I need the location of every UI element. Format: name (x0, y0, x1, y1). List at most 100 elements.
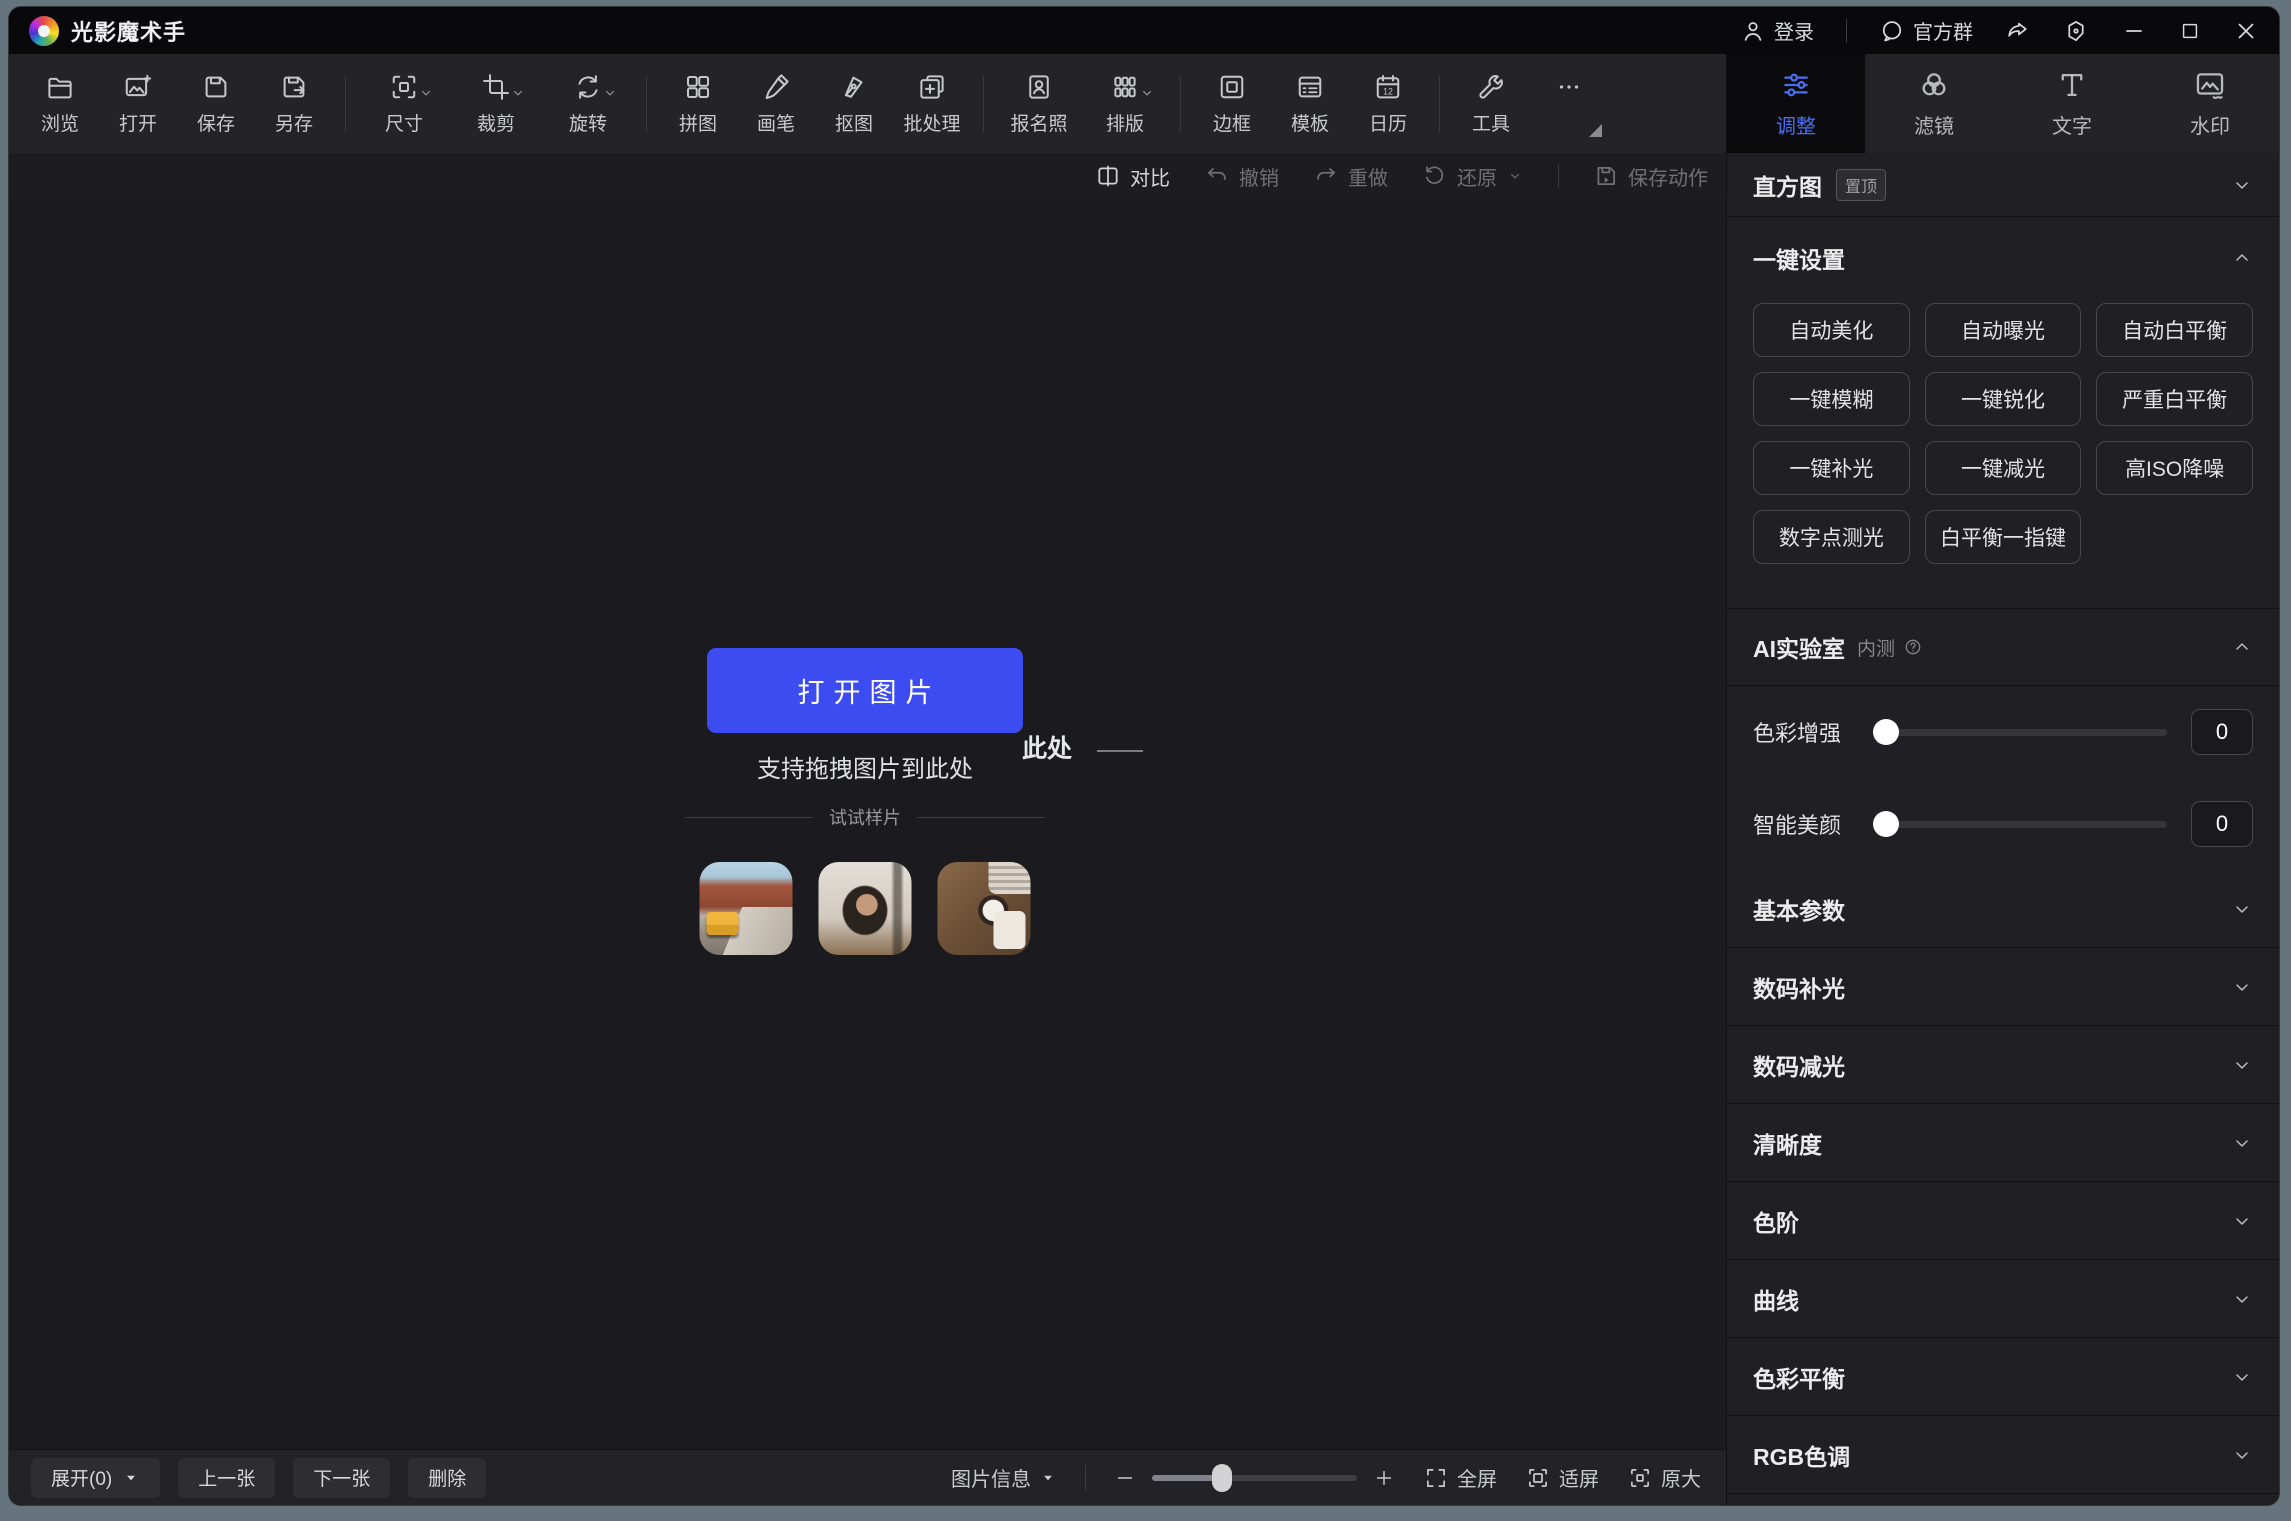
panel-section-header[interactable]: 数码补光 (1727, 948, 2279, 1026)
chevron-down-icon[interactable] (2231, 1210, 2253, 1232)
panel-tab[interactable]: 调整 (1727, 54, 1865, 153)
toolbar-item[interactable]: 报名照 (996, 72, 1082, 135)
official-group-button[interactable]: 官方群 (1879, 16, 1973, 45)
browse-folder-icon (45, 72, 75, 102)
slider-value[interactable]: 0 (2191, 801, 2253, 847)
one-click-button[interactable]: 高ISO降噪 (2096, 441, 2253, 495)
one-click-button[interactable]: 一键补光 (1753, 441, 1910, 495)
one-click-button[interactable]: 一键模糊 (1753, 372, 1910, 426)
delete-image-button[interactable]: 删除 (408, 1458, 486, 1498)
chevron-down-icon[interactable] (2231, 174, 2253, 196)
chevron-down-icon[interactable] (2231, 1288, 2253, 1310)
panel-tab[interactable]: 文字 (2003, 54, 2141, 153)
open-image-button[interactable]: 打开图片 (707, 648, 1023, 733)
toolbar-item[interactable]: 边框 (1193, 72, 1271, 135)
settings-gear-icon[interactable] (2063, 18, 2089, 44)
compare-button[interactable]: 对比 (1095, 162, 1170, 191)
zoom-thumb[interactable] (1212, 1464, 1232, 1492)
panel-section-header[interactable]: 基本参数 (1727, 870, 2279, 948)
minimize-icon[interactable] (2121, 18, 2147, 44)
collage-icon (683, 72, 713, 102)
panel-section-header[interactable]: RGB色调 (1727, 1416, 2279, 1494)
one-click-button[interactable]: 白平衡一指键 (1925, 510, 2082, 564)
panel-section-header[interactable]: 曲线 (1727, 1260, 2279, 1338)
toolbar-item[interactable]: 浏览 (21, 72, 99, 135)
toolbar-item[interactable]: 保存 (177, 72, 255, 135)
slider-thumb[interactable] (1873, 811, 1899, 837)
panel-section-header[interactable]: 色彩平衡 (1727, 1338, 2279, 1416)
one-click-button[interactable]: 自动曝光 (1925, 303, 2082, 357)
fullscreen-button[interactable]: 全屏 (1423, 1463, 1497, 1492)
toolbar-item[interactable]: 12 日历 (1349, 72, 1427, 135)
sample-desert-van[interactable] (700, 862, 793, 955)
chevron-up-icon[interactable] (2231, 636, 2253, 658)
one-click-button[interactable]: 数字点测光 (1753, 510, 1910, 564)
chevron-down-icon[interactable] (2231, 1132, 2253, 1154)
previous-image-button[interactable]: 上一张 (178, 1458, 275, 1498)
ai-lab-section-header[interactable]: AI实验室 内测 (1727, 608, 2279, 686)
toolbar-item[interactable]: 打开 (99, 72, 177, 135)
caret-down-icon[interactable] (417, 84, 435, 102)
image-info-dropdown[interactable]: 图片信息 (951, 1463, 1057, 1492)
chevron-down-icon[interactable] (2231, 1366, 2253, 1388)
one-click-button[interactable]: 严重白平衡 (2096, 372, 2253, 426)
slider-value[interactable]: 0 (2191, 709, 2253, 755)
sample-desk-flatlay[interactable] (938, 862, 1031, 955)
panel-section-header[interactable]: 数码减光 (1727, 1026, 2279, 1104)
toolbar-item[interactable]: 工具 (1452, 72, 1530, 135)
one-click-button[interactable]: 自动美化 (1753, 303, 1910, 357)
save-action-button[interactable]: 保存动作 (1593, 162, 1708, 191)
toolbar-item[interactable]: 抠图 (815, 72, 893, 135)
actual-size-button[interactable]: 原大 (1627, 1463, 1701, 1492)
next-image-button[interactable]: 下一张 (293, 1458, 390, 1498)
one-click-button[interactable]: 一键锐化 (1925, 372, 2082, 426)
caret-down-icon[interactable] (1138, 84, 1156, 102)
toolbar-item[interactable]: 批处理 (893, 72, 971, 135)
toolbar-item[interactable]: 拼图 (659, 72, 737, 135)
panel-section-header[interactable]: 色阶 (1727, 1182, 2279, 1260)
sample-portrait-woman[interactable] (819, 862, 912, 955)
samples-label: 试试样片 (829, 804, 901, 830)
toolbar-item[interactable]: 另存 (255, 72, 333, 135)
fit-screen-button[interactable]: 适屏 (1525, 1463, 1599, 1492)
maximize-icon[interactable] (2179, 20, 2201, 42)
chevron-down-icon[interactable] (2231, 1054, 2253, 1076)
toolbar-item[interactable]: 画笔 (737, 72, 815, 135)
caret-down-icon[interactable] (1506, 167, 1524, 185)
toolbar-item[interactable]: 排版 (1082, 72, 1168, 135)
toolbar-item[interactable]: 裁剪 (450, 72, 542, 135)
panel-tab[interactable]: 滤镜 (1865, 54, 2003, 153)
question-circle-icon[interactable] (1903, 637, 1923, 657)
expand-filmstrip-button[interactable]: 展开(0) (31, 1458, 160, 1498)
toolbar-item[interactable]: 旋转 (542, 72, 634, 135)
one-click-button[interactable]: 自动白平衡 (2096, 303, 2253, 357)
close-icon[interactable] (2233, 18, 2259, 44)
undo-button[interactable]: 撤销 (1204, 162, 1279, 191)
slider-row: 色彩增强 0 (1727, 686, 2279, 778)
slider-track[interactable] (1875, 729, 2167, 736)
histogram-section-header[interactable]: 直方图 置顶 (1727, 153, 2279, 217)
panel-tab[interactable]: 水印 (2141, 54, 2279, 153)
zoom-out-minus-icon[interactable] (1114, 1467, 1136, 1489)
login-button[interactable]: 登录 (1740, 16, 1814, 45)
redo-button[interactable]: 重做 (1313, 162, 1388, 191)
caret-down-icon[interactable] (601, 84, 619, 102)
chevron-up-icon[interactable] (2231, 247, 2253, 269)
one-click-buttons: 自动美化 自动曝光 自动白平衡 一键模糊 一键锐化 严重白平衡 一键补光 一键 (1727, 299, 2279, 608)
toolbar-item[interactable]: 尺寸 (358, 72, 450, 135)
slider-track[interactable] (1875, 821, 2167, 828)
chevron-down-icon[interactable] (2231, 1444, 2253, 1466)
chevron-down-icon[interactable] (2231, 976, 2253, 998)
toolbar-item[interactable]: 模板 (1271, 72, 1349, 135)
caret-down-icon[interactable] (509, 84, 527, 102)
slider-thumb[interactable] (1873, 719, 1899, 745)
restore-button[interactable]: 还原 (1422, 162, 1524, 191)
toolbar-item[interactable] (1530, 72, 1608, 135)
zoom-track[interactable] (1152, 1475, 1357, 1481)
one-click-section-header[interactable]: 一键设置 (1727, 217, 2279, 299)
share-icon[interactable] (2005, 18, 2031, 44)
chevron-down-icon[interactable] (2231, 898, 2253, 920)
panel-section-header[interactable]: 清晰度 (1727, 1104, 2279, 1182)
one-click-button[interactable]: 一键减光 (1925, 441, 2082, 495)
zoom-in-plus-icon[interactable] (1373, 1467, 1395, 1489)
